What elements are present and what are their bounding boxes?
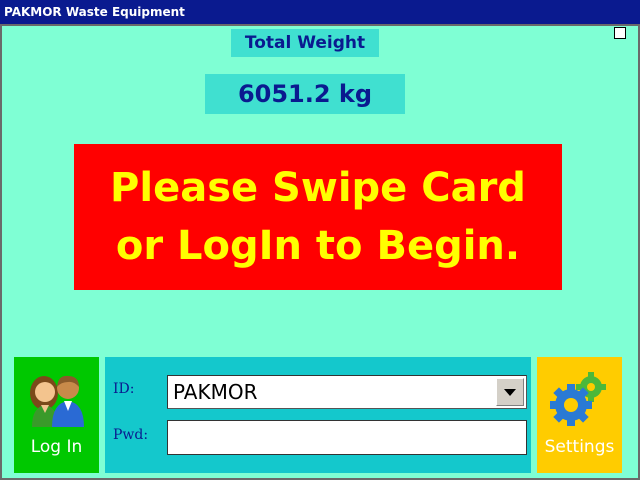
users-icon (30, 375, 84, 427)
id-label: ID: (113, 381, 135, 397)
total-weight-value: 6051.2 kg (205, 74, 405, 114)
id-dropdown[interactable]: PAKMOR (167, 375, 527, 409)
id-dropdown-value: PAKMOR (173, 380, 258, 404)
credentials-panel: ID: PAKMOR Pwd: (105, 357, 531, 473)
gears-icon (550, 372, 606, 426)
banner-line-1: Please Swipe Card (110, 165, 526, 211)
banner-line-2: or LogIn to Begin. (115, 223, 521, 269)
settings-button-label: Settings (544, 437, 615, 457)
total-weight-label: Total Weight (231, 29, 379, 57)
login-button-label: Log In (30, 437, 83, 457)
password-field[interactable] (167, 420, 527, 455)
window-title: PAKMOR Waste Equipment (0, 0, 640, 24)
settings-button[interactable]: Settings (537, 357, 622, 473)
chevron-down-icon[interactable] (496, 378, 524, 406)
login-button[interactable]: Log In (14, 357, 99, 473)
swipe-card-banner: Please Swipe Card or LogIn to Begin. (74, 144, 562, 290)
pwd-label: Pwd: (113, 427, 149, 443)
maximize-checkbox[interactable] (614, 27, 626, 39)
